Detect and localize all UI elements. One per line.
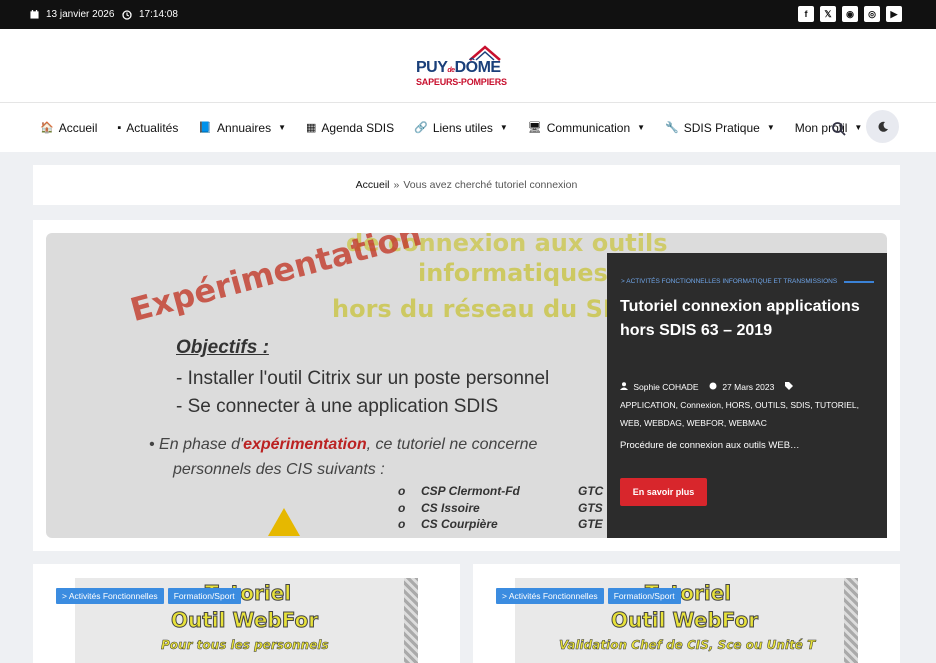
category-badge[interactable]: > Activités Fonctionnelles	[56, 588, 164, 604]
nav-item-communication[interactable]: 🖥 Communication ▼	[528, 121, 645, 135]
thumb-caption: Validation Chef de CIS, Sce ou Unité T	[559, 638, 816, 653]
decorative-stripe	[844, 578, 858, 663]
featured-caption: > ACTIVITÉS FONCTIONNELLES INFORMATIQUE …	[607, 253, 887, 538]
directories-icon: 📘	[198, 122, 213, 134]
logo-subtitle: SAPEURS-POMPIERS	[416, 77, 507, 87]
featured-meta: Sophie COHADE 27 Mars 2023 APPLICATION, …	[620, 378, 875, 432]
calendar-icon: ▦	[306, 122, 317, 134]
clock-icon	[122, 9, 132, 20]
category-badge[interactable]: > Activités Fonctionnelles	[496, 588, 604, 604]
chevron-down-icon: ▼	[766, 123, 775, 132]
moon-icon	[878, 121, 888, 132]
top-bar: 13 janvier 2026 17:14:08 f 𝕏 ◉ ◎ ▶	[0, 0, 936, 29]
chevron-down-icon: ▼	[637, 123, 646, 132]
thumb-subtitle: Outil WebFor	[610, 608, 759, 633]
x-twitter-icon[interactable]: 𝕏	[820, 6, 836, 22]
instagram-icon[interactable]: ◎	[864, 6, 880, 22]
links-icon: 🔗	[414, 122, 428, 134]
slide-cis-bullet: o	[398, 517, 406, 531]
card-categories: > Activités Fonctionnelles Formation/Spo…	[496, 588, 681, 604]
nav-item-profile[interactable]: Mon profil ▼	[795, 121, 863, 135]
nav-item-tools[interactable]: 🔧 SDIS Pratique ▼	[665, 121, 775, 135]
thumb-caption: Pour tous les personnels	[161, 638, 329, 653]
slide-heading-line2: informatiques	[418, 259, 608, 287]
nav-item-label: SDIS Pratique	[683, 120, 760, 135]
slide-cis-bullet: o	[398, 484, 406, 498]
nav-item-label: Communication	[546, 120, 631, 135]
nav-item-directories[interactable]: 📘 Annuaires ▼	[198, 121, 286, 135]
decorative-stripe	[404, 578, 418, 663]
chevron-down-icon: ▼	[278, 123, 286, 132]
communication-icon: 🖥	[527, 122, 542, 134]
social-links: f 𝕏 ◉ ◎ ▶	[798, 6, 902, 22]
author-name[interactable]: Sophie COHADE	[633, 382, 698, 392]
clock-icon	[709, 382, 717, 390]
thumb-subtitle: Outil WebFor	[170, 608, 319, 633]
slide-cis-name: CS Issoire	[421, 501, 480, 515]
slide-cis-name: CSP Clermont-Fd	[421, 484, 520, 498]
read-more-button[interactable]: En savoir plus	[620, 478, 707, 506]
breadcrumb-separator: »	[393, 179, 400, 191]
featured-post: de connexion aux outils informatiques ho…	[33, 220, 900, 551]
nav-item-home[interactable]: 🏠 Accueil	[40, 121, 97, 135]
main-nav: 🏠 Accueil ▪ Actualités 📘 Annuaires ▼ ▦ Agenda SD…	[0, 103, 936, 152]
category-badge[interactable]: Formation/Sport	[167, 588, 241, 604]
news-icon: ▪	[117, 121, 122, 134]
category-badge[interactable]: Formation/Sport	[607, 588, 681, 604]
warning-sign-icon	[268, 508, 300, 536]
post-card: Tutoriel Outil WebFor Pour tous les pers…	[33, 564, 460, 663]
nav-item-label: Actualités	[126, 120, 179, 135]
youtube-icon[interactable]: ▶	[886, 6, 902, 22]
slide-cis-code: GTS	[578, 501, 603, 515]
chevron-down-icon: ▼	[854, 123, 863, 132]
slide-cis-code: GTE	[578, 517, 603, 531]
nav-item-news[interactable]: ▪ Actualités	[117, 121, 178, 135]
card-categories: > Activités Fonctionnelles Formation/Spo…	[56, 588, 241, 604]
slide-bullet: - Installer l'outil Citrix sur un poste …	[176, 368, 550, 389]
nav-item-label: Liens utiles	[432, 120, 493, 135]
dark-mode-toggle[interactable]	[866, 110, 899, 143]
slide-phase-text-2: personnels des CIS suivants :	[173, 461, 385, 478]
featured-categories: > ACTIVITÉS FONCTIONNELLES INFORMATIQUE …	[621, 278, 881, 285]
time-display: 17:14:08	[122, 9, 178, 20]
nav-item-label: Accueil	[58, 120, 98, 135]
nav-item-label: Annuaires	[217, 120, 272, 135]
logo-title: PUYdeDÔME	[416, 59, 501, 76]
breadcrumb: Accueil » Vous avez cherché tutoriel con…	[33, 165, 900, 205]
search-icon[interactable]	[831, 121, 847, 137]
date-display: 13 janvier 2026	[30, 9, 114, 20]
post-tags[interactable]: APPLICATION, Connexion, HORS, OUTILS, SD…	[620, 400, 859, 428]
tag-icon	[784, 382, 793, 390]
slide-phase-text: • En phase d'expérimentation, ce tutorie…	[149, 436, 538, 453]
featured-excerpt: Procédure de connexion aux outils WEB…	[620, 440, 800, 451]
nav-item-label: Agenda SDIS	[321, 120, 395, 135]
nav-item-calendar[interactable]: ▦ Agenda SDIS	[306, 121, 394, 135]
site-header: PUYdeDÔME SAPEURS-POMPIERS	[0, 29, 936, 103]
nav-item-links[interactable]: 🔗 Liens utiles ▼	[414, 121, 508, 135]
chevron-down-icon: ▼	[499, 123, 508, 132]
post-date: 27 Mars 2023	[722, 382, 775, 392]
breadcrumb-current: Vous avez cherché tutoriel connexion	[403, 179, 578, 191]
slide-cis-bullet: o	[398, 501, 406, 515]
slide-cis-code: GTC	[578, 484, 604, 498]
current-date: 13 janvier 2026	[46, 9, 115, 20]
post-card: Tutoriel Outil WebFor Validation Chef de…	[473, 564, 900, 663]
slide-objectives: Objectifs :	[176, 337, 269, 358]
home-icon: 🏠	[40, 122, 54, 134]
slide-bullet: - Se connecter à une application SDIS	[176, 396, 499, 417]
site-logo[interactable]: PUYdeDÔME SAPEURS-POMPIERS	[416, 45, 520, 87]
facebook-icon[interactable]: f	[798, 6, 814, 22]
featured-title[interactable]: Tutoriel connexion applications hors SDI…	[620, 295, 870, 343]
current-time: 17:14:08	[139, 9, 178, 20]
tools-icon: 🔧	[665, 122, 679, 134]
breadcrumb-home-link[interactable]: Accueil	[356, 179, 390, 191]
calendar-icon	[30, 10, 39, 19]
dribbble-icon[interactable]: ◉	[842, 6, 858, 22]
slide-cis-name: CS Courpière	[421, 517, 498, 531]
user-icon	[620, 382, 628, 390]
